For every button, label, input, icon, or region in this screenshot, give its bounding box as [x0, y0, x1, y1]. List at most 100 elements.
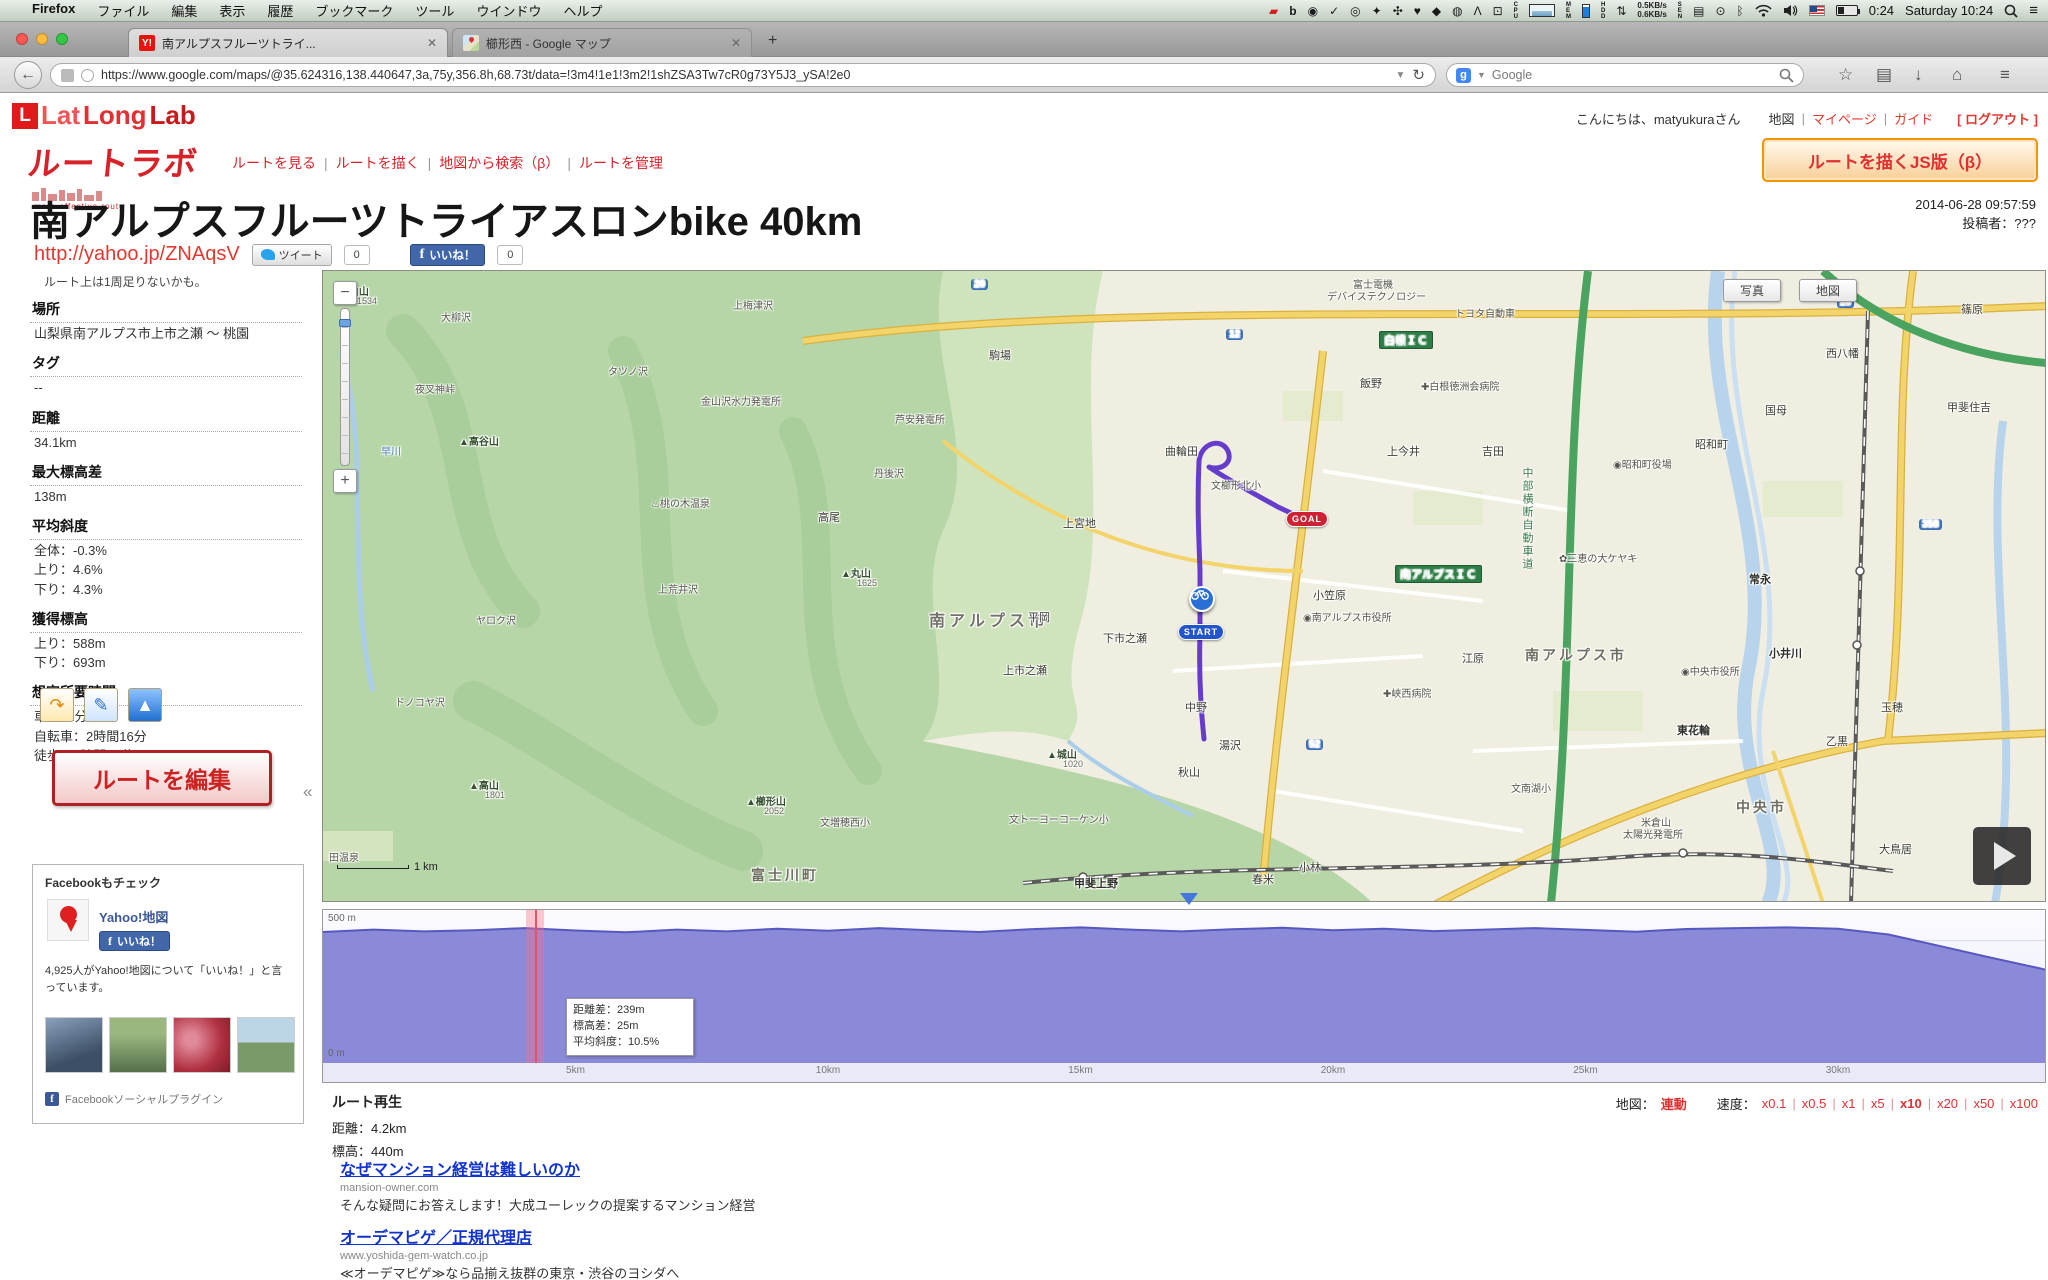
- airplay-icon[interactable]: ⊡: [1493, 4, 1503, 18]
- search-icon[interactable]: [1779, 68, 1794, 83]
- map-sync-toggle[interactable]: 連動: [1661, 1094, 1687, 1113]
- facebook-like-button[interactable]: f いいね！: [410, 244, 486, 266]
- battery-icon[interactable]: [1836, 5, 1858, 16]
- export-icon-3[interactable]: ▲: [128, 688, 162, 722]
- close-tab-icon[interactable]: ✕: [731, 36, 741, 50]
- route-map[interactable]: ▲白山1534大柳沢上梅津沢駒場夜叉神峠タツノ沢金山沢水力発電所芦安発電所丹後沢…: [322, 270, 2046, 902]
- nav-link-0[interactable]: ルートを見る: [232, 153, 316, 173]
- speed-option-x50[interactable]: x50: [1973, 1096, 1994, 1111]
- map-photo-button[interactable]: 写真: [1723, 279, 1781, 302]
- minimize-window-button[interactable]: [36, 33, 48, 45]
- status-paw-icon[interactable]: ✣: [1393, 4, 1403, 18]
- mem-meter-icon[interactable]: [1582, 4, 1590, 18]
- url-text[interactable]: https://www.google.com/maps/@35.624316,1…: [101, 68, 1389, 82]
- notification-center-icon[interactable]: ≡: [2029, 2, 2038, 19]
- status-astro-icon[interactable]: Λ: [1474, 4, 1482, 18]
- bookmark-star-icon[interactable]: ☆: [1838, 65, 1853, 85]
- new-tab-button[interactable]: +: [768, 32, 777, 50]
- zoom-in-button[interactable]: +: [333, 469, 357, 493]
- sidebar-collapse-icon[interactable]: «: [303, 782, 312, 802]
- link-mypage[interactable]: マイページ: [1812, 109, 1877, 128]
- link-map[interactable]: 地図: [1769, 109, 1795, 128]
- friend-photo[interactable]: [109, 1017, 167, 1073]
- search-engine-dropdown-icon[interactable]: ▼: [1477, 70, 1486, 80]
- export-icon-1[interactable]: ↷: [40, 688, 74, 722]
- link-guide[interactable]: ガイド: [1894, 109, 1933, 128]
- menu-編集[interactable]: 編集: [171, 1, 197, 20]
- tweet-button[interactable]: ツイート: [252, 244, 332, 266]
- url-bar[interactable]: https://www.google.com/maps/@35.624316,1…: [50, 63, 1436, 87]
- status-disc-icon[interactable]: ◉: [1308, 4, 1318, 18]
- current-position-bike-icon[interactable]: [1189, 586, 1215, 612]
- menu-clock[interactable]: Saturday 10:24: [1905, 3, 1993, 18]
- yahoo-map-page-link[interactable]: Yahoo!地図: [99, 907, 168, 926]
- bluetooth-icon[interactable]: ᛒ: [1737, 4, 1744, 18]
- search-placeholder[interactable]: Google: [1492, 68, 1773, 82]
- timemachine-icon[interactable]: ⊙: [1715, 4, 1725, 18]
- status-cc-icon[interactable]: ◎: [1350, 4, 1360, 18]
- speed-option-x0.1[interactable]: x0.1: [1762, 1096, 1787, 1111]
- friend-photo[interactable]: [45, 1017, 103, 1073]
- speed-option-x1[interactable]: x1: [1842, 1096, 1856, 1111]
- elevation-chart[interactable]: 500 m 0 m 5km10km15km20km25km30km 距離差：23…: [322, 909, 2046, 1083]
- status-check-icon[interactable]: ✓: [1329, 4, 1339, 18]
- edit-route-button[interactable]: ルートを編集: [52, 750, 272, 806]
- bookmarks-menu-icon[interactable]: ▤: [1876, 65, 1892, 85]
- menu-ツール[interactable]: ツール: [415, 1, 454, 20]
- status-evernote-icon[interactable]: ◆: [1432, 4, 1441, 18]
- status-line-icon[interactable]: ◍: [1452, 4, 1462, 18]
- search-bar[interactable]: g ▼ Google: [1446, 63, 1804, 87]
- status-heart-icon[interactable]: ♥: [1414, 4, 1421, 18]
- map-map-button[interactable]: 地図: [1799, 279, 1857, 302]
- wifi-icon[interactable]: [1755, 4, 1772, 17]
- short-url-link[interactable]: http://yahoo.jp/ZNAqsV: [34, 243, 240, 266]
- close-window-button[interactable]: [16, 33, 28, 45]
- speed-option-x20[interactable]: x20: [1937, 1096, 1958, 1111]
- speed-option-x0.5[interactable]: x0.5: [1802, 1096, 1827, 1111]
- draw-route-js-button[interactable]: ルートを描くJS版（β）: [1762, 138, 2038, 182]
- google-search-engine-icon[interactable]: g: [1456, 68, 1471, 83]
- speed-option-x100[interactable]: x100: [2010, 1096, 2038, 1111]
- zoom-slider[interactable]: [340, 308, 350, 466]
- menu-表示[interactable]: 表示: [219, 1, 245, 20]
- menu-履歴[interactable]: 履歴: [267, 1, 293, 20]
- page-proxy-icon[interactable]: [61, 69, 74, 82]
- tab-route-lab[interactable]: Y! 南アルプスフルーツトライ... ✕: [128, 28, 448, 57]
- home-icon[interactable]: ⌂: [1952, 65, 1962, 85]
- speed-option-x10[interactable]: x10: [1900, 1096, 1922, 1111]
- cpu-meter-icon[interactable]: [1529, 4, 1555, 17]
- logout-link[interactable]: [ ログアウト ]: [1957, 109, 2038, 128]
- start-marker[interactable]: START: [1178, 624, 1224, 640]
- menu-Firefox[interactable]: Firefox: [32, 1, 75, 20]
- site-identity-icon[interactable]: [81, 69, 94, 82]
- status-b-icon[interactable]: b: [1289, 4, 1296, 18]
- menu-ウインドウ[interactable]: ウインドウ: [476, 1, 541, 20]
- menu-ヘルプ[interactable]: ヘルプ: [563, 1, 602, 20]
- downloads-icon[interactable]: ↓: [1914, 65, 1923, 85]
- volume-icon[interactable]: [1783, 4, 1798, 17]
- close-tab-icon[interactable]: ✕: [427, 36, 437, 50]
- friend-photo[interactable]: [237, 1017, 295, 1073]
- reload-icon[interactable]: ↻: [1412, 66, 1425, 84]
- menu-hamburger-icon[interactable]: ≡: [2000, 65, 2010, 85]
- nav-link-1[interactable]: ルートを描く: [336, 153, 420, 173]
- route-play-button[interactable]: [1973, 827, 2031, 885]
- menu-ファイル[interactable]: ファイル: [97, 1, 149, 20]
- export-icon-2[interactable]: ✎: [84, 688, 118, 722]
- input-language-flag-icon[interactable]: [1809, 5, 1825, 16]
- ad-title-link[interactable]: なぜマンション経営は難しいのか: [340, 1156, 755, 1180]
- url-dropdown-icon[interactable]: ▼: [1396, 70, 1406, 81]
- zoom-window-button[interactable]: [56, 33, 68, 45]
- facebook-box-like-button[interactable]: f いいね！: [99, 931, 170, 951]
- menu-ブックマーク[interactable]: ブックマーク: [315, 1, 393, 20]
- speed-option-x5[interactable]: x5: [1871, 1096, 1885, 1111]
- zoom-out-button[interactable]: −: [333, 281, 357, 305]
- tab-google-maps[interactable]: 櫛形西 - Google マップ ✕: [452, 28, 752, 57]
- zoom-slider-handle[interactable]: [339, 319, 351, 327]
- ad-title-link[interactable]: オーデマピゲ／正規代理店: [340, 1224, 755, 1248]
- back-button[interactable]: ←: [14, 61, 42, 89]
- latlonglab-logo[interactable]: L Lat Long Lab: [12, 100, 196, 131]
- keyboard-icon[interactable]: ▤: [1693, 4, 1704, 18]
- nav-link-3[interactable]: ルートを管理: [579, 153, 663, 173]
- goal-marker[interactable]: GOAL: [1286, 511, 1328, 527]
